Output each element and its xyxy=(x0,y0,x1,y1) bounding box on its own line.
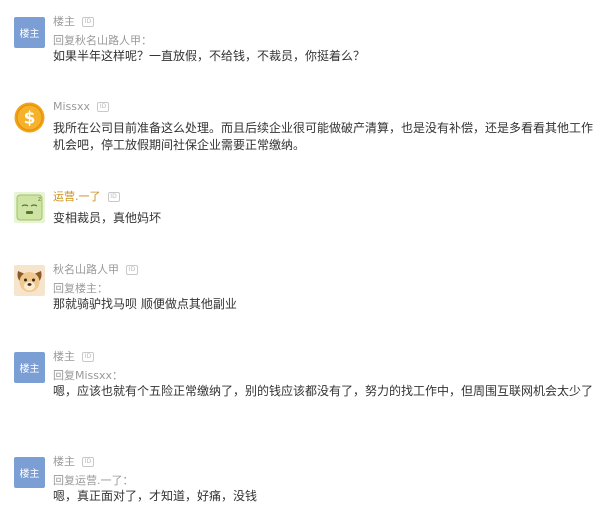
avatar-label: 楼主 xyxy=(19,29,40,40)
id-badge-icon: ID xyxy=(97,102,110,112)
id-badge-icon: ID xyxy=(82,352,94,362)
reply-to-line: 回复楼主： xyxy=(53,282,108,295)
svg-text:z: z xyxy=(38,196,41,203)
svg-text:$: $ xyxy=(24,109,36,129)
comment-content: 变相裁员，真他妈坏 xyxy=(53,211,162,225)
reply-to-line: 回复运营.一了： xyxy=(53,474,134,487)
avatar[interactable]: 楼主 xyxy=(14,17,45,48)
username[interactable]: Missxx xyxy=(53,99,90,115)
dog-face-icon[interactable] xyxy=(14,265,45,296)
id-badge-icon: ID xyxy=(107,192,120,202)
username[interactable]: 楼主 xyxy=(53,349,75,365)
comment-content: 我所在公司目前准备这么处理。而且后续企业很可能做破产清算，也是没有补偿，还是多看… xyxy=(53,121,594,152)
comment-content: 那就骑驴找马呗 顺便做点其他副业 xyxy=(53,297,237,311)
comment-content: 如果半年这样呢？一直放假，不给钱，不裁员，你挺着么？ xyxy=(53,49,366,63)
reply-to-line: 回复Missxx： xyxy=(53,369,124,382)
username[interactable]: 秋名山路人甲 xyxy=(53,262,119,278)
comment-content: 嗯，真正面对了，才知道，好痛，没钱 xyxy=(53,489,258,503)
username[interactable]: 运营.一了 xyxy=(53,189,101,205)
avatar[interactable]: 楼主 xyxy=(14,457,45,488)
sleeping-face-icon[interactable]: z xyxy=(14,192,45,223)
comment-list: 楼主 楼主 ID 回复秋名山路人甲： 如果半年这样呢？一直放假，不给钱，不裁员，… xyxy=(0,0,601,521)
avatar-label: 楼主 xyxy=(19,364,40,375)
comment-content: 嗯，应该也就有个五险正常缴纳了，别的钱应该都没有了，努力的找工作中，但周围互联网… xyxy=(53,384,594,398)
id-badge-icon: ID xyxy=(82,457,94,467)
avatar[interactable]: 楼主 xyxy=(14,352,45,383)
id-badge-icon: ID xyxy=(126,265,138,275)
reply-to-line: 回复秋名山路人甲： xyxy=(53,34,152,47)
avatar-label: 楼主 xyxy=(19,469,40,480)
username[interactable]: 楼主 xyxy=(53,14,75,30)
id-badge-icon: ID xyxy=(82,17,94,27)
username[interactable]: 楼主 xyxy=(53,454,75,470)
dollar-coin-icon[interactable]: $ xyxy=(14,102,45,133)
